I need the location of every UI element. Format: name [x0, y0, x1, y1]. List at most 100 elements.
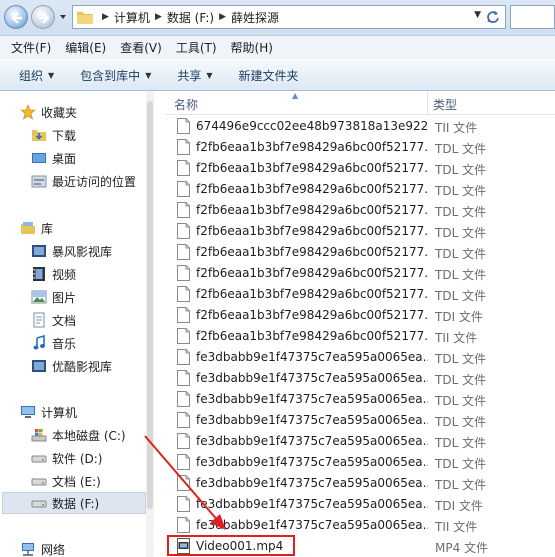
menu-help[interactable]: 帮助(H)	[224, 39, 280, 56]
menu-tools[interactable]: 工具(T)	[169, 39, 224, 56]
file-type: TII 文件	[435, 121, 478, 135]
nav-libraries[interactable]: 库	[20, 217, 165, 239]
film-icon	[33, 267, 45, 281]
file-name: fe3dbabb9e1f47375c7ea595a0065ea...	[196, 434, 428, 448]
navigation-scrollbar[interactable]	[146, 91, 154, 557]
column-header-type[interactable]: 类型	[433, 96, 457, 113]
file-row[interactable]: f2fb6eaa1b3bf7e98429a6bc00f52177... TDL 文…	[165, 284, 555, 305]
chevron-down-icon: ▼	[145, 70, 152, 80]
crumb-separator-icon[interactable]: ▶	[219, 12, 226, 22]
file-row[interactable]: fe3dbabb9e1f47375c7ea595a0065ea... TDL 文件	[165, 347, 555, 368]
file-name: f2fb6eaa1b3bf7e98429a6bc00f52177...	[196, 329, 428, 343]
crumb-current-folder[interactable]: 薛姓探源	[231, 9, 279, 26]
downloads-folder-icon	[32, 130, 46, 141]
include-in-library-button[interactable]: 包含到库中 ▼	[73, 67, 158, 84]
file-row[interactable]: fe3dbabb9e1f47375c7ea595a0065ea... TDL 文件	[165, 452, 555, 473]
file-row[interactable]: fe3dbabb9e1f47375c7ea595a0065ea... TDL 文件	[165, 431, 555, 452]
address-bar: ▶ 计算机 ▶ 数据 (F:) ▶ 薛姓探源 ▼	[0, 0, 555, 36]
file-name: f2fb6eaa1b3bf7e98429a6bc00f52177...	[196, 203, 428, 217]
scrollbar-thumb[interactable]	[147, 101, 153, 509]
nav-drive-f[interactable]: 数据 (F:)	[2, 492, 146, 514]
crumb-separator-icon[interactable]: ▶	[102, 12, 109, 22]
share-label: 共享	[177, 68, 202, 83]
file-row[interactable]: f2fb6eaa1b3bf7e98429a6bc00f52177... TDL 文…	[165, 137, 555, 158]
star-icon	[20, 104, 36, 120]
file-icon	[177, 454, 190, 470]
nav-favorites[interactable]: 收藏夹	[20, 101, 165, 123]
video-library-icon	[32, 360, 46, 372]
file-row[interactable]: f2fb6eaa1b3bf7e98429a6bc00f52177... TDL 文…	[165, 242, 555, 263]
new-folder-label: 新建文件夹	[238, 68, 299, 83]
file-icon	[177, 517, 190, 533]
file-row[interactable]: f2fb6eaa1b3bf7e98429a6bc00f52177... TDL 文…	[165, 200, 555, 221]
breadcrumb[interactable]: ▶ 计算机 ▶ 数据 (F:) ▶ 薛姓探源 ▼	[72, 5, 506, 29]
refresh-icon[interactable]	[485, 9, 501, 25]
file-icon	[177, 118, 190, 134]
file-name: fe3dbabb9e1f47375c7ea595a0065ea...	[196, 476, 428, 490]
nav-videos-label: 视频	[52, 267, 77, 282]
nav-downloads-label: 下载	[52, 128, 77, 143]
file-type: TII 文件	[435, 331, 478, 345]
new-folder-button[interactable]: 新建文件夹	[232, 67, 306, 84]
file-name: f2fb6eaa1b3bf7e98429a6bc00f52177...	[196, 182, 428, 196]
file-icon	[177, 307, 190, 323]
nav-documents-label: 文档	[52, 313, 77, 328]
file-row[interactable]: fe3dbabb9e1f47375c7ea595a0065ea... TDL 文件	[165, 389, 555, 410]
share-button[interactable]: 共享 ▼	[170, 67, 219, 84]
crumb-computer[interactable]: 计算机	[114, 9, 150, 26]
drive-icon	[31, 455, 47, 463]
file-row[interactable]: fe3dbabb9e1f47375c7ea595a0065ea... TDI 文件	[165, 494, 555, 515]
file-row[interactable]: fe3dbabb9e1f47375c7ea595a0065ea... TDL 文件	[165, 473, 555, 494]
file-row[interactable]: f2fb6eaa1b3bf7e98429a6bc00f52177... TDL 文…	[165, 221, 555, 242]
folder-icon	[77, 11, 93, 24]
file-type: TDL 文件	[435, 415, 487, 429]
file-type: TDL 文件	[435, 373, 487, 387]
nav-network[interactable]: 网络	[20, 538, 165, 557]
nav-drive-c-label: 本地磁盘 (C:)	[52, 428, 126, 443]
arrow-right-icon	[39, 12, 50, 24]
nav-computer[interactable]: 计算机	[20, 401, 165, 423]
forward-button[interactable]	[31, 5, 55, 29]
menu-view[interactable]: 查看(V)	[113, 39, 169, 56]
crumb-separator-icon[interactable]: ▶	[155, 12, 162, 22]
nav-libraries-label: 库	[41, 221, 54, 236]
crumb-drive-f[interactable]: 数据 (F:)	[167, 9, 214, 26]
pane-splitter[interactable]	[154, 91, 165, 557]
menu-file[interactable]: 文件(F)	[4, 39, 58, 56]
file-icon	[177, 433, 190, 449]
nav-network-label: 网络	[41, 542, 66, 557]
file-row[interactable]: f2fb6eaa1b3bf7e98429a6bc00f52177... TDL 文…	[165, 179, 555, 200]
file-row[interactable]: f2fb6eaa1b3bf7e98429a6bc00f52177... TDI 文…	[165, 305, 555, 326]
file-row[interactable]: f2fb6eaa1b3bf7e98429a6bc00f52177... TDL 文…	[165, 263, 555, 284]
computer-icon	[21, 406, 35, 418]
arrow-left-icon	[11, 12, 22, 24]
windows-drive-icon	[31, 429, 47, 442]
search-input[interactable]	[510, 5, 555, 29]
file-icon	[177, 223, 190, 239]
organize-button[interactable]: 组织 ▼	[12, 67, 61, 84]
desktop-icon	[32, 153, 46, 163]
drive-icon	[31, 478, 47, 486]
file-row[interactable]: 674496e9ccc02ee48b973818a13e922... TII 文件	[165, 116, 555, 137]
file-row[interactable]: fe3dbabb9e1f47375c7ea595a0065ea... TII 文件	[165, 515, 555, 536]
file-icon	[177, 181, 190, 197]
file-type: TDL 文件	[435, 163, 487, 177]
file-row[interactable]: fe3dbabb9e1f47375c7ea595a0065ea... TDL 文件	[165, 410, 555, 431]
column-divider[interactable]	[427, 91, 428, 115]
column-header-name[interactable]: 名称	[174, 96, 198, 113]
sort-ascending-icon: ▲	[292, 91, 299, 100]
nav-youku-label: 优酷影视库	[52, 359, 113, 374]
recent-pages-dropdown[interactable]	[58, 10, 68, 24]
nav-baofeng-label: 暴风影视库	[52, 244, 113, 259]
file-icon	[177, 496, 190, 512]
menu-edit[interactable]: 编辑(E)	[58, 39, 113, 56]
file-row[interactable]: fe3dbabb9e1f47375c7ea595a0065ea... TDL 文件	[165, 368, 555, 389]
address-dropdown-icon[interactable]: ▼	[474, 10, 481, 20]
file-type: TDL 文件	[435, 205, 487, 219]
file-icon	[177, 370, 190, 386]
back-button[interactable]	[4, 5, 28, 29]
nav-favorites-label: 收藏夹	[41, 105, 78, 120]
nav-music-label: 音乐	[52, 336, 77, 351]
file-row[interactable]: f2fb6eaa1b3bf7e98429a6bc00f52177... TDL 文…	[165, 158, 555, 179]
file-row[interactable]: f2fb6eaa1b3bf7e98429a6bc00f52177... TII 文…	[165, 326, 555, 347]
